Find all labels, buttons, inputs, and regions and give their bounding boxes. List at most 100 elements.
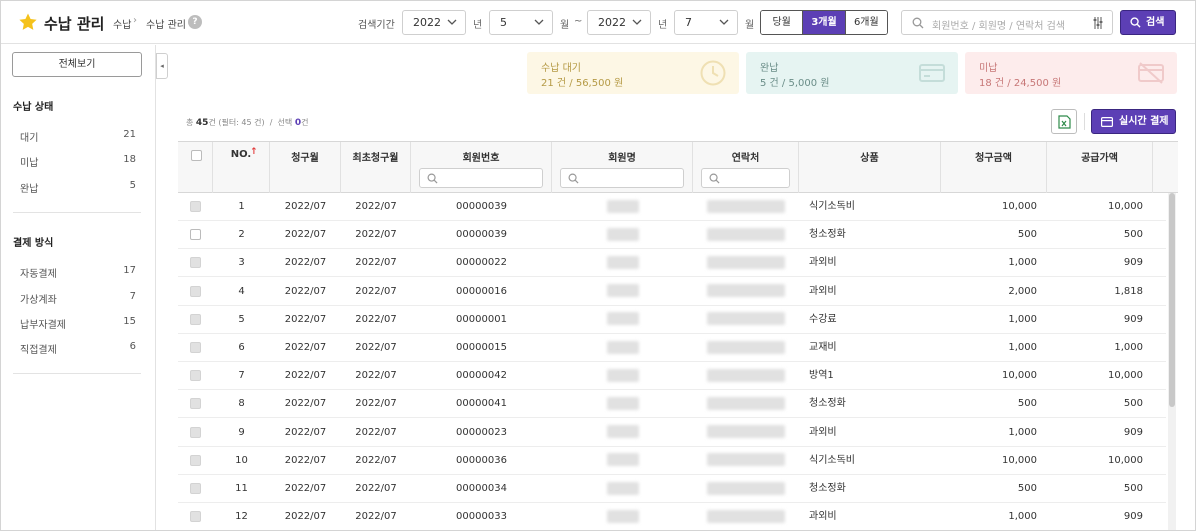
header-bill-month[interactable]: 청구월 (270, 142, 341, 193)
row-amount: 10,000 (1002, 370, 1037, 382)
row-contact-redacted (693, 278, 799, 306)
redacted-text (707, 199, 785, 213)
table-scrollbar[interactable] (1168, 193, 1176, 530)
sidebar-item-unpaid[interactable]: 미납 18 (20, 154, 136, 169)
redacted-text (707, 340, 785, 354)
view-all-button[interactable]: 전체보기 (12, 52, 142, 77)
contact-filter-input[interactable] (701, 168, 790, 188)
redacted-text (606, 396, 639, 410)
row-no: 6 (238, 342, 245, 353)
scrollbar-thumb[interactable] (1169, 193, 1175, 407)
header-no[interactable]: NO. ↑ (213, 142, 270, 193)
sidebar-item-label: 가상계좌 (20, 295, 57, 306)
row-supply: 909 (1123, 511, 1143, 523)
favorite-star-icon[interactable] (18, 12, 38, 32)
search-button-label: 검색 (1146, 17, 1165, 28)
header-amount[interactable]: 청구금액 (941, 142, 1047, 193)
redacted-text (707, 227, 785, 241)
sidebar-item-label: 대기 (20, 133, 39, 144)
row-member-name-redacted (552, 249, 693, 277)
row-amount: 1,000 (1008, 257, 1037, 269)
row-checkbox (190, 398, 201, 410)
sidebar-item-virtual-account[interactable]: 가상계좌 7 (20, 291, 136, 306)
table-row[interactable]: 9 2022/07 2022/07 00000023 과외비 1,000 909 (178, 419, 1166, 447)
help-icon[interactable]: ? (188, 15, 202, 29)
sidebar-item-auto-pay[interactable]: 자동결제 17 (20, 265, 136, 280)
row-member-no: 00000016 (456, 285, 507, 297)
row-product: 식기소독비 (809, 201, 855, 212)
row-product: 방역1 (809, 370, 834, 382)
from-month-select[interactable]: 5 (489, 10, 553, 35)
range-button-3-months[interactable]: 3개월 (802, 11, 845, 34)
redacted-text (707, 396, 785, 410)
to-year-select[interactable]: 2022 (587, 10, 651, 35)
table-row[interactable]: 7 2022/07 2022/07 00000042 방역1 10,000 10,000 (178, 362, 1166, 391)
billing-table: NO. ↑ 청구월 최초청구월 회원번호 회원명 연락처 상품 청구금액 공급가… (178, 141, 1178, 530)
member-no-filter-input[interactable] (419, 168, 543, 188)
header-product[interactable]: 상품 (799, 142, 941, 193)
row-checkbox (190, 342, 201, 353)
result-summary: 총 45건 (필터: 45 건) / 선택 0건 (186, 117, 308, 128)
search-icon (709, 173, 720, 184)
row-select-cell (178, 390, 213, 418)
table-row[interactable]: 1 2022/07 2022/07 00000039 식기소독비 10,000 10,000 (178, 193, 1166, 221)
card-pending[interactable]: 수납 대기 21 건 / 56,500 원 (527, 52, 739, 94)
range-segmented-control: 당월 3개월 6개월 (760, 10, 888, 35)
row-checkbox (190, 285, 201, 297)
search-button[interactable]: 검색 (1120, 10, 1176, 35)
breadcrumb-root[interactable]: 수납 (113, 16, 131, 31)
search-input[interactable]: 회원번호 / 회원명 / 연락처 검색 (901, 10, 1113, 35)
realtime-payment-button[interactable]: 실시간 결제 (1091, 109, 1176, 134)
row-bill-month: 2022/07 (284, 398, 327, 410)
table-row[interactable]: 10 2022/07 2022/07 00000036 식기소독비 10,000 10,00… (178, 447, 1166, 475)
sidebar-item-label: 납부자결제 (20, 320, 66, 331)
row-member-no: 00000015 (456, 342, 507, 353)
row-product: 과외비 (809, 511, 837, 523)
header-supply[interactable]: 공급가액 (1047, 142, 1153, 193)
table-row[interactable]: 2 2022/07 2022/07 00000039 청소정화 500 500 (178, 221, 1166, 250)
sidebar-item-direct-pay[interactable]: 직접결제 6 (20, 341, 136, 356)
sidebar-item-pending[interactable]: 대기 21 (20, 129, 136, 144)
row-contact-redacted (693, 362, 799, 390)
table-row[interactable]: 6 2022/07 2022/07 00000015 교재비 1,000 1,000 (178, 334, 1166, 362)
clock-icon (700, 60, 726, 86)
row-checkbox[interactable] (190, 229, 201, 241)
total-count: 45 (195, 118, 209, 128)
row-bill-month: 2022/07 (284, 342, 327, 353)
row-amount: 1,000 (1008, 313, 1037, 325)
row-member-name-redacted (552, 278, 693, 306)
from-year-select[interactable]: 2022 (402, 10, 466, 35)
to-month-value: 7 (685, 16, 692, 29)
table-row[interactable]: 5 2022/07 2022/07 00000001 수강료 1,000 909 (178, 306, 1166, 334)
card-unpaid[interactable]: 미납 18 건 / 24,500 원 (965, 52, 1177, 94)
sidebar-collapse-button[interactable]: ◂ (156, 53, 168, 79)
header-bar: 수납 관리 수납 › 수납 관리 ? 검색기간 2022 년 5 월 ~ 202… (1, 1, 1195, 44)
to-month-select[interactable]: 7 (674, 10, 738, 35)
row-amount: 2,000 (1008, 285, 1037, 297)
filter-sliders-icon[interactable] (1092, 16, 1104, 30)
table-row[interactable]: 8 2022/07 2022/07 00000041 청소정화 500 500 (178, 390, 1166, 419)
row-amount: 10,000 (1002, 454, 1037, 466)
table-row[interactable]: 3 2022/07 2022/07 00000022 과외비 1,000 909 (178, 249, 1166, 278)
range-button-current-month[interactable]: 당월 (761, 11, 803, 34)
range-button-6-months[interactable]: 6개월 (844, 11, 887, 34)
table-row[interactable]: 12 2022/07 2022/07 00000033 과외비 1,000 909 (178, 503, 1166, 530)
row-no: 10 (235, 454, 248, 466)
header-first-bill-month[interactable]: 최초청구월 (341, 142, 411, 193)
sidebar-item-paid[interactable]: 완납 5 (20, 180, 136, 195)
sidebar-item-payer-pay[interactable]: 납부자결제 15 (20, 316, 136, 331)
sidebar-divider (13, 373, 141, 374)
select-all-checkbox[interactable] (191, 150, 202, 161)
header-member-no: 회원번호 (411, 142, 552, 193)
row-bill-month: 2022/07 (284, 370, 327, 382)
row-supply: 909 (1123, 257, 1143, 269)
row-bill-month: 2022/07 (284, 285, 327, 297)
table-row[interactable]: 11 2022/07 2022/07 00000034 청소정화 500 500 (178, 475, 1166, 503)
row-supply: 1,000 (1114, 342, 1143, 353)
row-select-cell (178, 503, 213, 530)
card-paid[interactable]: 완납 5 건 / 5,000 원 (746, 52, 958, 94)
row-no: 7 (238, 370, 245, 382)
excel-download-button[interactable] (1051, 109, 1077, 134)
member-name-filter-input[interactable] (560, 168, 684, 188)
table-row[interactable]: 4 2022/07 2022/07 00000016 과외비 2,000 1,818 (178, 278, 1166, 306)
